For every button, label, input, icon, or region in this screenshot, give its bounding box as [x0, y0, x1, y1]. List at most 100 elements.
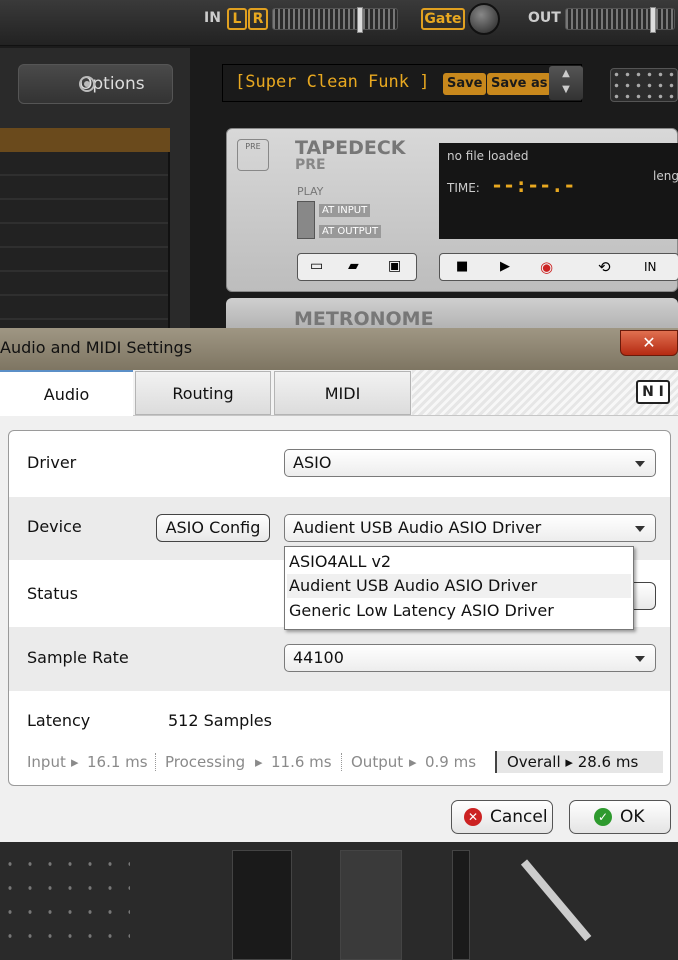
at-output-option[interactable]: AT OUTPUT [319, 225, 382, 238]
tapedeck-module: PRE TAPEDECK PRE PLAY AT INPUT AT OUTPUT… [226, 128, 678, 292]
latency-label: Latency [27, 711, 91, 730]
save-button[interactable]: Save [443, 73, 487, 95]
tab-midi[interactable]: MIDI [274, 371, 411, 415]
preset-stepper[interactable]: ▲ ▼ [549, 66, 583, 100]
ok-check-icon: ✓ [594, 808, 612, 826]
play-mode-switch[interactable] [297, 201, 315, 239]
overall-latency-arrow-icon: ▸ [565, 753, 578, 771]
output-latency-label: Output [351, 753, 404, 771]
preset-list[interactable] [0, 128, 170, 348]
sample-rate-value: 44100 [293, 648, 344, 667]
input-latency-arrow-icon: ▸ [71, 753, 79, 771]
dropdown-arrow-icon [635, 461, 645, 467]
overall-latency-value: 28.6 ms [577, 753, 639, 771]
tab-strip: Audio Routing MIDI N I [0, 370, 678, 416]
save-as-button[interactable]: Save as [487, 73, 552, 95]
output-level-thumb[interactable] [650, 7, 656, 33]
audio-midi-settings-dialog: Audio and MIDI Settings ✕ Audio Routing … [0, 328, 678, 842]
dropdown-arrow-icon [635, 526, 645, 532]
stop-icon[interactable]: ■ [456, 259, 468, 274]
driver-value: ASIO [293, 453, 332, 472]
time-value: --:--.- [491, 173, 576, 197]
latency-value: 512 Samples [168, 711, 272, 730]
device-option[interactable]: ASIO4ALL v2 [287, 550, 631, 574]
overall-latency-label: Overall [507, 753, 561, 771]
tapedeck-subtitle: PRE [295, 157, 326, 173]
host-bottom-area [0, 842, 678, 960]
dropdown-arrow-icon [635, 656, 645, 662]
latency-breakdown: Input ▸ 16.1 ms Processing ▸ 11.6 ms Out… [27, 751, 663, 773]
host-left-panel: Options [0, 48, 190, 348]
tonearm-icon [520, 859, 592, 942]
time-label: TIME: [447, 181, 480, 195]
ok-button[interactable]: ✓ OK [569, 800, 671, 834]
device-value: Audient USB Audio ASIO Driver [293, 518, 542, 537]
latency-divider [155, 753, 156, 771]
open-folder-icon[interactable]: ▰ [348, 258, 359, 274]
input-latency-label: Input [27, 753, 66, 771]
play-icon[interactable]: ▶ [500, 259, 510, 274]
speaker-grille [0, 852, 130, 952]
sample-rate-select[interactable]: 44100 [284, 644, 656, 672]
tapedeck-display: no file loaded TIME: --:--.- leng [439, 143, 678, 239]
file-status: no file loaded [447, 149, 529, 163]
metronome-title: METRONOME [294, 308, 434, 330]
processing-latency-value: 11.6 ms [271, 753, 332, 771]
device-option-highlighted[interactable]: Audient USB Audio ASIO Driver [287, 574, 631, 598]
input-latency-value: 16.1 ms [87, 753, 148, 771]
play-label: PLAY [297, 185, 324, 198]
driver-select[interactable]: ASIO [284, 449, 656, 477]
at-input-option[interactable]: AT INPUT [319, 204, 371, 217]
latency-divider [341, 753, 342, 771]
scroll-track[interactable] [452, 850, 470, 960]
fader-track[interactable] [232, 850, 292, 960]
device-dropdown-list[interactable]: ASIO4ALL v2 Audient USB Audio ASIO Drive… [284, 546, 634, 630]
output-label: OUT [528, 10, 561, 26]
output-level-meter[interactable] [565, 7, 675, 33]
host-top-bar: IN L R Gate OUT [0, 0, 678, 46]
processing-latency-label: Processing [165, 753, 246, 771]
gate-button[interactable]: Gate [421, 8, 465, 30]
record-icon[interactable]: ◉ [540, 258, 553, 276]
driver-row: Driver ASIO [9, 431, 670, 497]
options-radio-icon [79, 76, 95, 92]
in-button[interactable]: IN [644, 260, 657, 274]
input-level-thumb[interactable] [357, 7, 363, 33]
tab-routing[interactable]: Routing [135, 371, 271, 415]
cancel-icon: ✕ [464, 808, 482, 826]
device-label: Device [27, 517, 82, 536]
status-label: Status [27, 584, 78, 603]
dialog-title: Audio and MIDI Settings [0, 338, 193, 357]
fader-track[interactable] [340, 850, 402, 960]
device-option[interactable]: Generic Low Latency ASIO Driver [287, 599, 631, 623]
asio-config-button[interactable]: ASIO Config [156, 514, 270, 542]
cancel-button[interactable]: ✕ Cancel [451, 800, 553, 834]
ok-label: OK [620, 807, 645, 827]
input-level-meter[interactable] [272, 7, 398, 33]
device-select[interactable]: Audient USB Audio ASIO Driver [284, 514, 656, 542]
length-label: leng [653, 169, 678, 183]
tapedeck-title: TAPEDECK [295, 137, 406, 159]
right-channel-button[interactable]: R [248, 8, 268, 30]
tapedeck-pre-icon: PRE [237, 139, 269, 171]
output-latency-value: 0.9 ms [425, 753, 477, 771]
preset-list-selected-row[interactable] [0, 128, 170, 152]
save-disk-icon[interactable]: ▣ [388, 258, 401, 274]
left-channel-button[interactable]: L [227, 8, 247, 30]
preset-name[interactable]: [Super Clean Funk ] [235, 72, 429, 92]
file-buttons: ▭ ▰ ▣ [297, 253, 417, 281]
options-button[interactable]: Options [18, 64, 173, 104]
processing-latency-arrow-icon: ▸ [255, 753, 263, 771]
gate-knob[interactable] [468, 3, 500, 35]
new-file-icon[interactable]: ▭ [310, 258, 323, 274]
ni-logo-icon: N I [636, 380, 670, 404]
loop-icon[interactable]: ⟲ [598, 258, 611, 276]
dialog-title-bar[interactable]: Audio and MIDI Settings ✕ [0, 328, 678, 370]
cancel-label: Cancel [490, 807, 548, 827]
driver-label: Driver [27, 453, 77, 472]
grid-view-button[interactable] [610, 68, 678, 102]
tab-audio[interactable]: Audio [0, 370, 133, 416]
sample-rate-label: Sample Rate [27, 648, 129, 667]
close-icon[interactable]: ✕ [620, 330, 678, 356]
transport-buttons: ■ ▶ ◉ ⟲ IN [439, 253, 678, 281]
